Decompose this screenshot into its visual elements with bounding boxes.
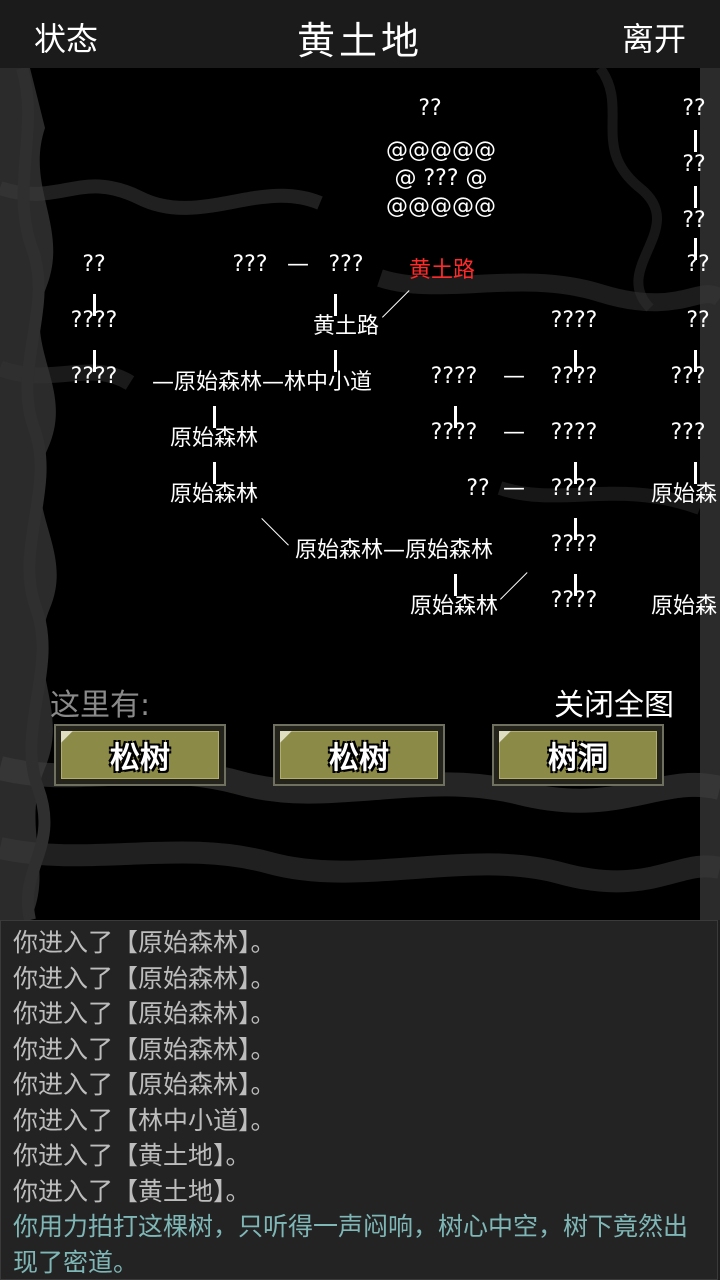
map-node-forest-c[interactable]: 原始森林 bbox=[410, 588, 498, 620]
map-node-right-unknown-1[interactable]: ???? bbox=[551, 308, 598, 333]
here-label: 这里有: bbox=[50, 688, 151, 723]
map-node-right-unknown-4[interactable]: ???? bbox=[431, 420, 478, 445]
map-node-mid-unknown-2[interactable]: ??? bbox=[328, 252, 363, 277]
map-node-current-yellow-road[interactable]: 黄土路 bbox=[409, 252, 475, 284]
top-bar: 状态 黄土地 离开 bbox=[0, 0, 720, 70]
map-connector bbox=[382, 290, 410, 318]
world-map: ?? @@@@@ @ ??? @ @@@@@???????? 黄土路???? 黄土路???… bbox=[0, 68, 720, 920]
map-node-edge-unknown-4[interactable]: ?? bbox=[686, 252, 709, 277]
log-line: 你进入了【原始森林】。 bbox=[13, 1070, 276, 1099]
log-line: 你进入了【黄土地】。 bbox=[13, 1176, 251, 1206]
object-button-pine-tree-1[interactable]: 松树 bbox=[54, 724, 226, 786]
map-node-left-unknown-3[interactable]: ???? bbox=[71, 364, 118, 389]
map-node-dash-3[interactable]: — bbox=[503, 420, 525, 445]
map-node-left-unknown-2[interactable]: ???? bbox=[71, 308, 118, 333]
corner-fold-icon bbox=[280, 731, 292, 743]
map-node-forest-pair[interactable]: 原始森林—原始森林 bbox=[295, 532, 493, 564]
map-node-edge-unknown-3[interactable]: ?? bbox=[682, 208, 705, 233]
leave-button[interactable]: 离开 bbox=[622, 14, 686, 60]
map-panel: ?? @@@@@ @ ??? @ @@@@@???????? 黄土路???? 黄土路???… bbox=[0, 68, 720, 920]
corner-fold-icon bbox=[61, 731, 73, 743]
object-button-pine-tree-2[interactable]: 松树 bbox=[273, 724, 445, 786]
map-node-forest-a[interactable]: 原始森林 bbox=[170, 420, 258, 452]
map-node-edge-unknown-6[interactable]: ??? bbox=[670, 364, 705, 389]
map-connector bbox=[694, 186, 697, 208]
map-node-mid-unknown-1[interactable]: ??? bbox=[232, 252, 267, 277]
object-button-face: 松树 bbox=[61, 731, 219, 779]
map-node-right-unknown-5[interactable]: ???? bbox=[551, 420, 598, 445]
map-connector bbox=[500, 572, 528, 600]
object-button-face: 树洞 bbox=[499, 731, 657, 779]
close-map-button[interactable]: 关闭全图 bbox=[554, 680, 674, 724]
log-line: 你进入了【原始森林】。 bbox=[13, 999, 276, 1028]
map-node-yellow-road[interactable]: 黄土路 bbox=[313, 308, 379, 340]
map-node-right-unknown-9[interactable]: ???? bbox=[551, 588, 598, 613]
map-node-right-unknown-6[interactable]: ?? bbox=[466, 476, 489, 501]
map-node-edge-unknown-7[interactable]: ??? bbox=[670, 420, 705, 445]
map-node-edge-unknown-2[interactable]: ?? bbox=[682, 152, 705, 177]
map-node-top-unknown[interactable]: ?? bbox=[418, 96, 441, 121]
map-node-dash-2[interactable]: — bbox=[503, 364, 525, 389]
log-line: 你进入了【黄土地】。 bbox=[13, 1141, 251, 1170]
corner-fold-icon bbox=[499, 731, 511, 743]
map-node-dash-1[interactable]: — bbox=[287, 252, 309, 277]
object-label: 树洞 bbox=[548, 741, 608, 776]
map-node-right-unknown-2[interactable]: ???? bbox=[431, 364, 478, 389]
map-node-right-unknown-8[interactable]: ???? bbox=[551, 532, 598, 557]
log-line-highlight: 你用力拍打这棵树，只听得一声闷响，树心中空，树下竟然出现了密道。 bbox=[13, 1212, 689, 1277]
map-node-edge-unknown-1[interactable]: ?? bbox=[682, 96, 705, 121]
log-line: 你进入了【原始森林】。 bbox=[13, 1034, 276, 1064]
object-button-face: 松树 bbox=[280, 731, 438, 779]
map-node-edge-forest-2[interactable]: 原始森 bbox=[651, 588, 717, 620]
object-button-tree-hole[interactable]: 树洞 bbox=[492, 724, 664, 786]
log-line: 你进入了【原始森林】。 bbox=[13, 963, 276, 993]
map-node-forest-trail-row[interactable]: —原始森林—林中小道 bbox=[152, 364, 372, 396]
map-node-at-row2[interactable]: @ ??? @ bbox=[394, 166, 487, 191]
object-label: 松树 bbox=[110, 741, 170, 776]
log-line: 你进入了【原始森林】。 bbox=[13, 928, 276, 957]
map-node-right-unknown-7[interactable]: ???? bbox=[551, 476, 598, 501]
location-title: 黄土地 bbox=[296, 19, 423, 63]
map-node-at-row3[interactable]: @@@@@ bbox=[386, 194, 496, 219]
map-node-edge-unknown-5[interactable]: ?? bbox=[686, 308, 709, 333]
map-connector bbox=[694, 130, 697, 152]
map-node-left-unknown-1[interactable]: ?? bbox=[82, 252, 105, 277]
map-node-right-unknown-3[interactable]: ???? bbox=[551, 364, 598, 389]
map-node-at-row1[interactable]: @@@@@ bbox=[386, 138, 496, 163]
map-connector bbox=[261, 518, 289, 546]
object-label: 松树 bbox=[329, 741, 389, 776]
map-node-forest-b[interactable]: 原始森林 bbox=[170, 476, 258, 508]
map-node-edge-forest-1[interactable]: 原始森 bbox=[651, 476, 717, 508]
log-line: 你进入了【林中小道】。 bbox=[13, 1105, 276, 1135]
message-log[interactable]: 你进入了【原始森林】。 你进入了【原始森林】。 你进入了【原始森林】。 你进入了… bbox=[0, 920, 718, 1280]
map-node-dash-4[interactable]: — bbox=[503, 476, 525, 501]
